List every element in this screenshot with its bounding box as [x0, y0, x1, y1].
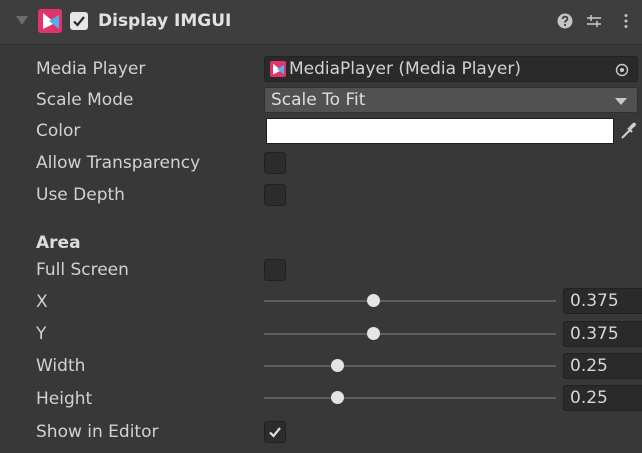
y-value-field[interactable]: 0.375 — [563, 321, 642, 347]
presets-icon[interactable] — [585, 12, 603, 30]
x-slider-track[interactable] — [264, 300, 556, 302]
component-enabled-checkbox[interactable] — [70, 12, 88, 30]
allow-transparency-checkbox[interactable] — [264, 152, 286, 174]
component-title: Display IMGUI — [98, 11, 232, 31]
scale-mode-label: Scale Mode — [36, 90, 134, 110]
scale-mode-dropdown[interactable]: Scale To Fit — [264, 87, 638, 113]
width-slider-thumb[interactable] — [330, 359, 344, 372]
use-depth-checkbox[interactable] — [264, 184, 286, 206]
scale-mode-value: Scale To Fit — [271, 90, 366, 110]
y-slider-track[interactable] — [264, 333, 556, 335]
eyedropper-icon[interactable] — [618, 120, 638, 142]
height-slider-track[interactable] — [264, 397, 556, 399]
area-heading: Area — [36, 233, 81, 253]
x-label: X — [36, 292, 48, 312]
media-player-label: Media Player — [36, 59, 146, 79]
media-player-value: MediaPlayer (Media Player) — [289, 59, 521, 79]
allow-transparency-label: Allow Transparency — [36, 153, 201, 173]
media-player-object-field[interactable]: MediaPlayer (Media Player) — [264, 56, 638, 82]
width-value-field[interactable]: 0.25 — [563, 353, 642, 379]
full-screen-label: Full Screen — [36, 260, 129, 280]
kebab-menu-icon[interactable] — [617, 12, 635, 30]
show-in-editor-label: Show in Editor — [36, 422, 159, 442]
media-player-type-icon — [270, 61, 286, 77]
y-label: Y — [36, 324, 47, 344]
chevron-down-icon — [615, 98, 627, 105]
use-depth-label: Use Depth — [36, 185, 125, 205]
width-value: 0.25 — [570, 356, 608, 376]
x-value: 0.375 — [570, 291, 619, 311]
y-value: 0.375 — [570, 324, 619, 344]
color-label: Color — [36, 121, 81, 141]
height-value: 0.25 — [570, 388, 608, 408]
full-screen-checkbox[interactable] — [264, 259, 286, 281]
show-in-editor-checkbox[interactable] — [264, 421, 286, 443]
y-slider-thumb[interactable] — [367, 327, 380, 340]
height-slider-thumb[interactable] — [330, 391, 344, 404]
help-icon[interactable] — [556, 12, 574, 30]
color-swatch-field[interactable] — [266, 118, 614, 144]
x-value-field[interactable]: 0.375 — [563, 288, 642, 314]
object-picker-icon[interactable] — [615, 62, 629, 77]
height-value-field[interactable]: 0.25 — [563, 385, 642, 411]
height-label: Height — [36, 389, 93, 409]
component-header[interactable] — [0, 0, 642, 45]
foldout-arrow-icon[interactable] — [16, 16, 28, 25]
avpro-logo-icon — [38, 9, 62, 33]
width-slider-track[interactable] — [264, 365, 556, 367]
width-label: Width — [36, 356, 86, 376]
x-slider-thumb[interactable] — [367, 294, 380, 307]
